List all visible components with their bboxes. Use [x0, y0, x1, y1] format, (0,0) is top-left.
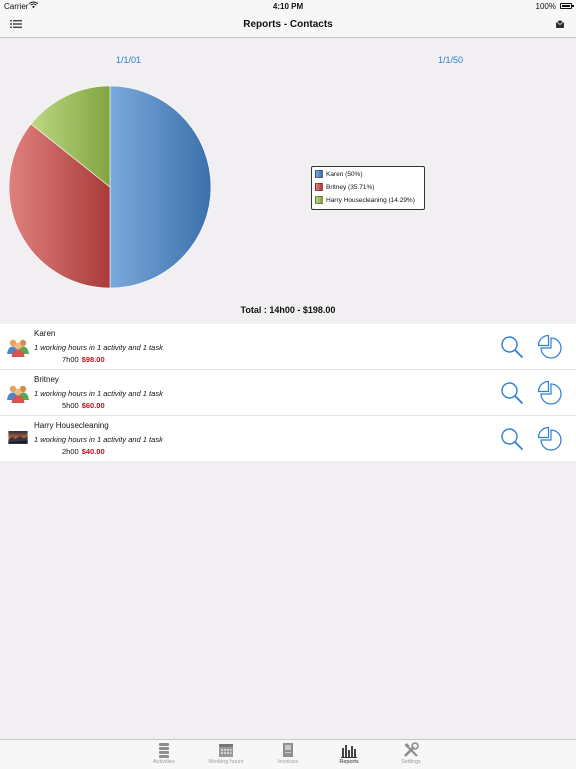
- tab-settings[interactable]: Settings: [386, 742, 436, 765]
- legend-swatch: [315, 170, 323, 179]
- landscape-photo: [8, 431, 28, 444]
- tools-icon: [404, 742, 419, 757]
- invoice-icon: [283, 743, 293, 757]
- contacts-list: Karen 1 working hours in 1 activity and …: [0, 324, 576, 461]
- total-summary: Total : 14h00 - $198.00: [240, 305, 336, 315]
- contact-name: Britney: [34, 375, 59, 384]
- legend-label: Harry Housecleaning (14.29%): [326, 197, 415, 204]
- contact-description: 1 working hours in 1 activity and 1 task: [34, 343, 163, 352]
- chart-legend: Karen (50%) Britney (35.71%) Harry House…: [311, 166, 425, 210]
- contact-amount: $60.00: [81, 401, 105, 410]
- pie-chart: [8, 85, 212, 289]
- legend-label: Karen (50%): [326, 171, 363, 178]
- list-item-harry-housecleaning[interactable]: Harry Housecleaning 1 working hours in 1…: [0, 416, 576, 461]
- magnifier-icon[interactable]: [500, 381, 524, 405]
- start-date-link[interactable]: 1/1/01: [116, 55, 141, 65]
- contact-description: 1 working hours in 1 activity and 1 task: [34, 389, 163, 398]
- tab-label: Activities: [153, 759, 175, 765]
- legend-label: Britney (35.71%): [326, 184, 375, 191]
- pie-chart-icon[interactable]: [538, 426, 564, 452]
- contact-amount: $40.00: [81, 447, 105, 456]
- navigation-bar: Reports - Contacts: [0, 12, 576, 38]
- contact-name: Harry Housecleaning: [34, 421, 109, 430]
- legend-swatch: [315, 183, 323, 192]
- battery-icon: [560, 3, 574, 9]
- battery-percentage: 100%: [535, 2, 556, 11]
- tab-working-hours[interactable]: Working hours: [201, 742, 251, 765]
- legend-item-karen: Karen (50%): [315, 170, 363, 180]
- contact-name: Karen: [34, 329, 56, 338]
- tab-bar: Activities Working hours Invoices Report…: [0, 739, 576, 769]
- end-date-link[interactable]: 1/1/50: [438, 55, 463, 65]
- people-icon: [7, 339, 29, 357]
- pie-chart-icon[interactable]: [538, 380, 564, 406]
- stack-icon: [159, 743, 169, 758]
- contact-hours: 5h00: [62, 401, 79, 410]
- legend-item-harry: Harry Housecleaning (14.29%): [315, 196, 415, 206]
- contact-amount: $98.00: [81, 355, 105, 364]
- tab-label: Settings: [401, 759, 421, 765]
- contact-totals: 2h00 $40.00: [62, 447, 105, 456]
- tab-label: Invoices: [277, 759, 299, 765]
- contact-totals: 7h00 $98.00: [62, 355, 105, 364]
- calendar-icon: [219, 744, 233, 757]
- tab-label: Reports: [339, 759, 359, 765]
- status-bar: Carrier 4:10 PM 100%: [0, 0, 576, 12]
- share-icon[interactable]: [554, 18, 566, 30]
- contact-description: 1 working hours in 1 activity and 1 task: [34, 435, 163, 444]
- tab-activities[interactable]: Activities: [139, 742, 189, 765]
- tab-reports[interactable]: Reports: [324, 742, 374, 765]
- pie-slice-karen: [109, 85, 212, 289]
- tab-label: Working hours: [208, 759, 244, 765]
- pie-chart-icon[interactable]: [538, 334, 564, 360]
- magnifier-icon[interactable]: [500, 427, 524, 451]
- contact-hours: 7h00: [62, 355, 79, 364]
- legend-item-britney: Britney (35.71%): [315, 183, 374, 193]
- people-icon: [7, 385, 29, 403]
- contact-hours: 2h00: [62, 447, 79, 456]
- contact-totals: 5h00 $60.00: [62, 401, 105, 410]
- page-title: Reports - Contacts: [243, 19, 333, 30]
- list-item-britney[interactable]: Britney 1 working hours in 1 activity an…: [0, 370, 576, 416]
- clock: 4:10 PM: [272, 2, 304, 11]
- list-item-karen[interactable]: Karen 1 working hours in 1 activity and …: [0, 324, 576, 370]
- bar-chart-icon: [341, 745, 357, 758]
- magnifier-icon[interactable]: [500, 335, 524, 359]
- legend-swatch: [315, 196, 323, 205]
- tab-invoices[interactable]: Invoices: [263, 742, 313, 765]
